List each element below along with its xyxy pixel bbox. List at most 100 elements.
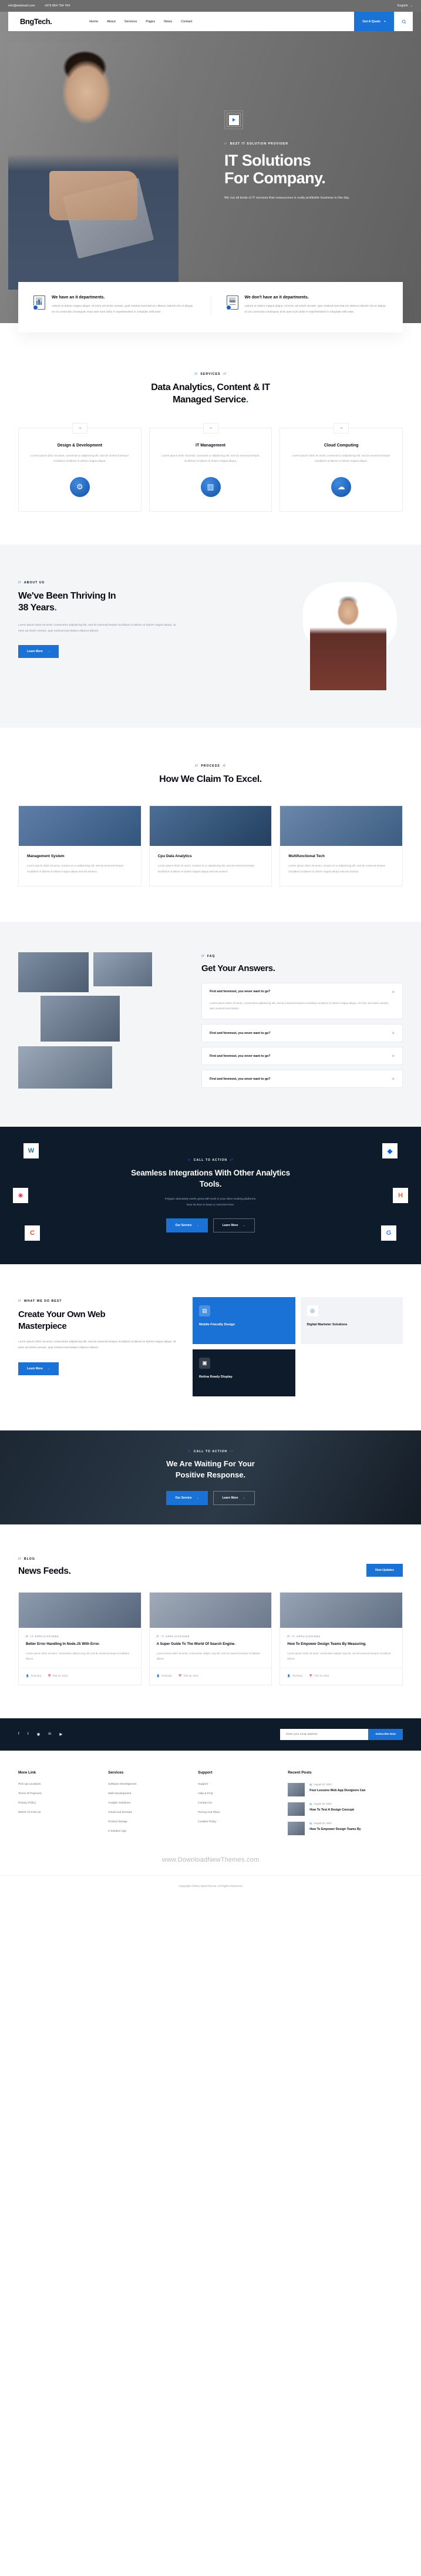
footer-link-software-dev[interactable]: Software Development [108,1783,193,1786]
nav-item-home[interactable]: Home [89,20,98,23]
google-icon: G [381,1225,396,1241]
cta-dark-learn-more-button[interactable]: Learn More → [213,1218,255,1233]
faq-question-row-2[interactable]: First and foremost, you never want to go… [202,1025,402,1042]
get-a-quote-button[interactable]: Get A Quote + [354,12,394,31]
title-dot: . [54,603,57,613]
tile-mobile-friendly[interactable]: ▤ Mobile Friendly Design [193,1297,295,1345]
plus-icon[interactable]: + [392,1076,395,1082]
recent-post-2[interactable]: ▤ August 20, 2020 How To Test A Design C… [288,1802,403,1816]
linkedin-icon[interactable]: in [48,1732,51,1737]
recent-post-3[interactable]: ▤ August 20, 2020 How To Empower Design … [288,1821,403,1835]
service-card-itmanagement[interactable]: → IT Management Lorem ipsum dolor sit am… [149,422,272,512]
blog-category-label-3: IT APPLICATIONS [292,1635,321,1638]
process-card-2[interactable]: Cpu Data Analytics Lorem ipsum dolor sit… [149,805,272,886]
view-updates-label: View Updates [375,1569,394,1573]
topbar-phone[interactable]: +876 864 764 764 [45,4,70,8]
footer-link-pickup[interactable]: Pick Up Locations [18,1783,103,1786]
footer-link-help-faq[interactable]: Help & FAQ [198,1792,283,1795]
footer-link-analytic[interactable]: Analytic Solutions [108,1802,193,1805]
service-title-1: Design & Development [57,443,102,448]
footer-link-cookies[interactable]: Cookies Policy [198,1821,283,1823]
logo[interactable]: BngTech. [20,17,52,26]
arrow-right-icon[interactable]: → [203,422,218,434]
instagram-icon[interactable]: ◉ [37,1732,41,1737]
faq-question-row-4[interactable]: First and foremost, you never want to go… [202,1070,402,1087]
recent-post-1[interactable]: ▤ August 20, 2020 Four Lessons Web App D… [288,1782,403,1796]
faq-question-row-1[interactable]: First and foremost, you never want to go… [202,983,402,1000]
masterpiece-tiles: ▤ Mobile Friendly Design ◎ Digital Marke… [193,1297,403,1397]
blog-card-2[interactable]: // IT APPLICATIONS A Super Guide To The … [149,1592,272,1685]
blog-card-3[interactable]: // IT APPLICATIONS How To Empower Design… [279,1592,403,1685]
nav-item-news[interactable]: News [164,20,172,23]
footer-link-web-dev[interactable]: Web Development [108,1792,193,1795]
nav-item-pages[interactable]: Pages [146,20,155,23]
recent-post-date-row-1: ▤ August 20, 2020 [309,1783,365,1786]
tile-retina-ready[interactable]: ▣ Retina Ready Display [193,1349,295,1397]
twitter-icon[interactable]: t [28,1732,29,1737]
footer-link-privacy[interactable]: Privacy Policy [18,1802,103,1805]
arrow-right-icon[interactable]: → [72,422,87,434]
nav-item-about[interactable]: About [107,20,116,23]
faq-item-4[interactable]: First and foremost, you never want to go… [201,1070,403,1089]
blog-card-1[interactable]: // IT APPLICATIONS Better Error Handling… [18,1592,142,1685]
language-selector[interactable]: English ⌄ [398,4,413,8]
feature-col-2: We don't have an it departments. Labore … [210,295,403,315]
recent-post-title-1[interactable]: Four Lessons Web App Designers Can [309,1788,365,1794]
blog-post-title-2[interactable]: A Super Guide To The World Of Search Eng… [157,1642,265,1647]
process-image-2 [149,806,272,847]
faq-question-row-3[interactable]: First and foremost, you never want to go… [202,1047,402,1064]
about-learn-more-button[interactable]: Learn More → [18,645,59,659]
faq-item-1[interactable]: First and foremost, you never want to go… [201,982,403,1020]
tile-digital-marketer[interactable]: ◎ Digital Marketer Solutions [300,1297,403,1345]
service-card-design[interactable]: → Design & Development Lorem ipsum dolor… [18,422,142,512]
nav-item-contact[interactable]: Contact [181,20,192,23]
footer-link-terms[interactable]: Terms Of Payment [18,1792,103,1795]
newsletter-email-input[interactable] [280,1728,369,1740]
target-icon: ◎ [307,1305,318,1317]
footer-link-it-solution-app[interactable]: It Solution App [108,1830,193,1833]
faq-item-2[interactable]: First and foremost, you never want to go… [201,1024,403,1043]
blog-post-title-3[interactable]: How To Empower Design Teams By Measuring… [287,1642,395,1647]
search-button[interactable] [394,12,413,31]
youtube-icon[interactable]: ▶ [59,1732,62,1737]
cta-dark-primary-label: Our Service [175,1224,192,1228]
process-text-1: Lorem ipsum dolor sit amet, consect et u… [27,864,124,873]
nav-item-services[interactable]: Services [124,20,137,23]
topbar-email[interactable]: info@webmail.com [8,4,35,8]
view-updates-button[interactable]: View Updates [366,1564,403,1577]
video-play-button[interactable] [224,110,243,129]
blog-image-1 [19,1593,141,1628]
faq-eyebrow-label: FAQ [207,954,215,958]
slash-icon: // [18,1557,21,1561]
footer-link-cloud-devops[interactable]: Cloud And DevOps [108,1811,193,1814]
recent-post-title-2[interactable]: How To Test A Design Concept [309,1808,354,1813]
services-cards: → Design & Development Lorem ipsum dolor… [18,422,403,512]
footer-link-contact[interactable]: Contact Us [198,1802,283,1805]
faq-item-3[interactable]: First and foremost, you never want to go… [201,1047,403,1066]
plus-icon[interactable]: + [392,1030,395,1036]
blog-meta-2: 👤 Technanj 📅 Feb 15, 2021 [149,1667,272,1685]
plus-icon[interactable]: + [392,989,395,995]
masterpiece-learn-more-button[interactable]: Learn More → [18,1362,59,1375]
footer-link-pricing[interactable]: Pricing And Plans [198,1811,283,1814]
service-title-3: Cloud Computing [324,443,359,448]
cta-dark-our-service-button[interactable]: Our Service → [166,1218,208,1233]
service-card-cloud[interactable]: → Cloud Computing Lorem ipsum dolor sit … [279,422,403,512]
blog-post-title-1[interactable]: Better Error Handling In Node.JS With Er… [26,1642,134,1647]
facebook-icon[interactable]: f [18,1732,19,1737]
mobile-icon: ▤ [199,1305,210,1317]
subscribe-now-button[interactable]: Subscribe Now [368,1728,403,1740]
cta-image-learn-more-button[interactable]: Learn More → [213,1490,255,1505]
recent-post-date-row-3: ▤ August 20, 2020 [309,1822,361,1825]
blog-meta-3: 👤 Technanj 📅 Feb 15, 2021 [280,1667,403,1685]
cta-image-our-service-button[interactable]: Our Service → [166,1490,208,1505]
footer-link-findus[interactable]: Where To Find Us [18,1811,103,1814]
footer-link-support[interactable]: Support [198,1783,283,1786]
footer-link-product-design[interactable]: Product Design [108,1821,193,1823]
plus-icon[interactable]: + [392,1053,395,1059]
process-card-1[interactable]: Management System Lorem ipsum dolor sit … [18,805,142,886]
arrow-right-icon[interactable]: → [334,422,349,434]
arrow-right-icon: → [242,1224,245,1228]
process-card-3[interactable]: Multifunctional Tech Lorem ipsum dolor s… [279,805,403,886]
recent-post-title-3[interactable]: How To Empower Design Teams By [309,1827,361,1832]
